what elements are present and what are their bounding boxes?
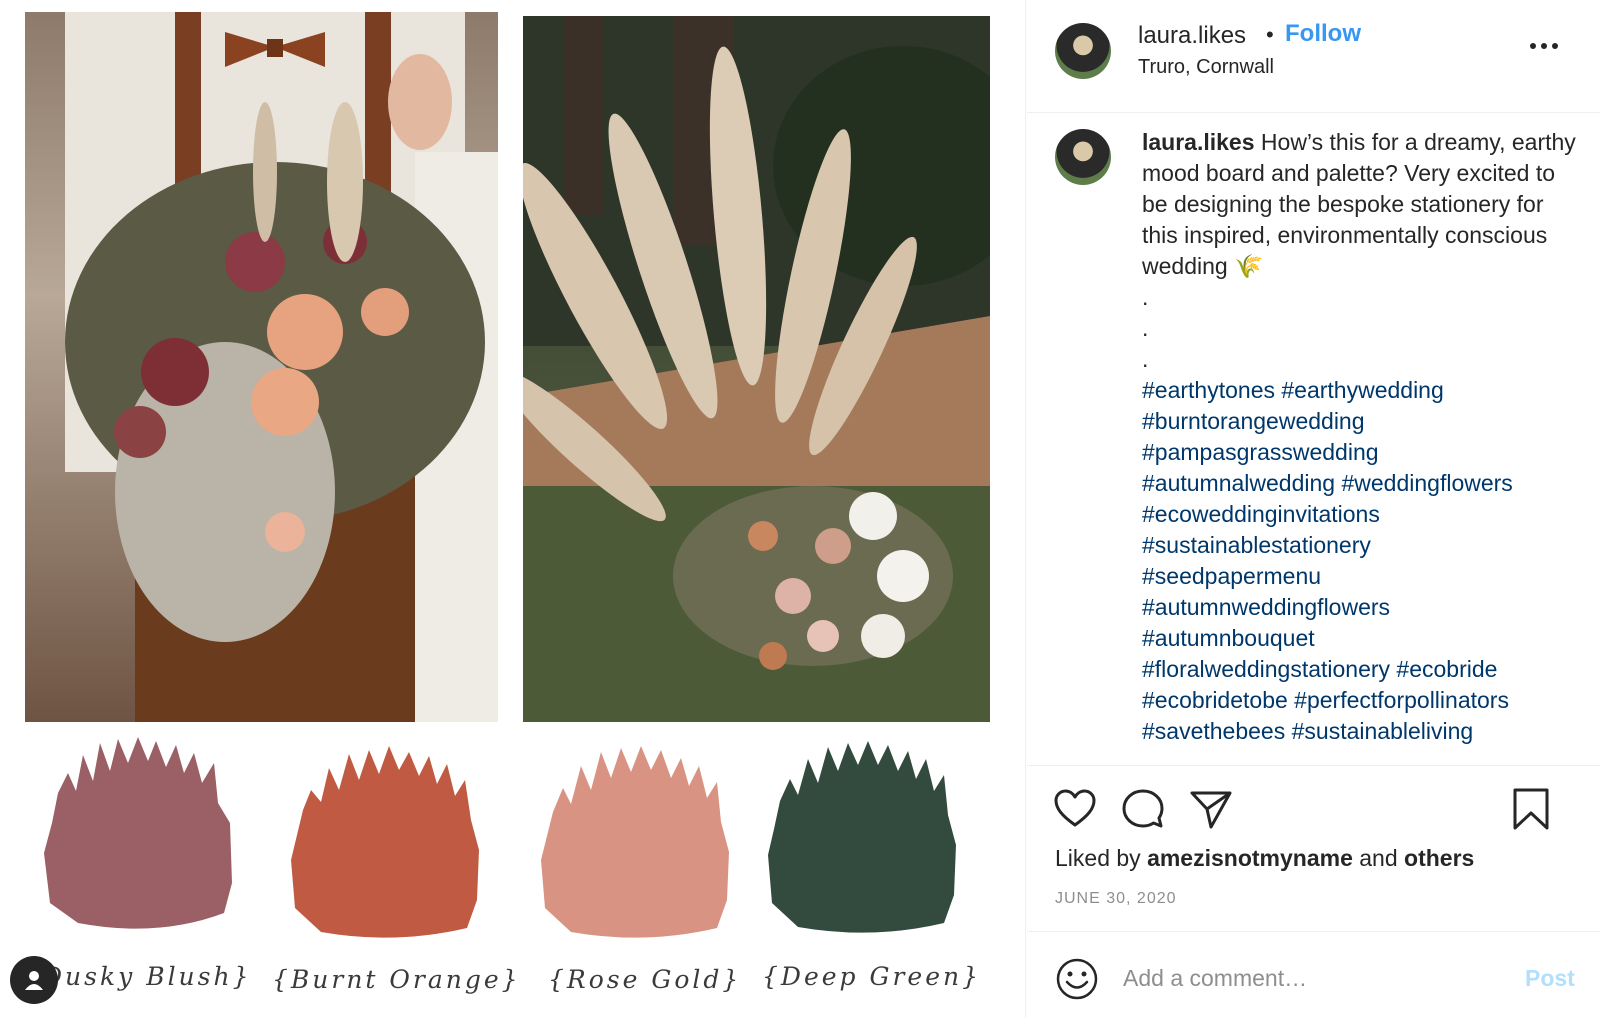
caption-area: laura.likes How’s this for a dreamy, ear… (1027, 113, 1600, 766)
comment-button[interactable] (1121, 787, 1165, 831)
hashtag-line[interactable]: #savethebees #sustainableliving (1142, 716, 1582, 747)
likes-summary: Liked by amezisnotmyname and others (1055, 845, 1474, 872)
save-button[interactable] (1509, 787, 1553, 831)
post-media[interactable]: Dusky Blush} {Burnt Orange} {Rose Gold} … (0, 0, 1026, 1018)
caption: laura.likes How’s this for a dreamy, ear… (1142, 127, 1582, 747)
share-icon (1190, 791, 1232, 829)
tagged-users-button[interactable] (10, 956, 58, 1004)
post-header: laura.likes • Follow Truro, Cornwall (1027, 0, 1600, 113)
emoji-icon (1056, 958, 1098, 1000)
post-date[interactable]: JUNE 30, 2020 (1055, 890, 1177, 908)
caption-dots: . . . (1142, 282, 1582, 375)
bookmark-icon (1513, 788, 1549, 830)
caption-avatar[interactable] (1055, 129, 1111, 185)
hashtag-list: #earthytones #earthywedding #burntorange… (1142, 375, 1582, 747)
swatch-label-burnt-orange: {Burnt Orange} (272, 965, 521, 994)
groom-bouquet-photo (25, 12, 498, 722)
caption-username[interactable]: laura.likes (1142, 129, 1255, 155)
action-bar (1027, 767, 1600, 830)
hashtag-line[interactable]: #floralweddingstationery #ecobride (1142, 654, 1582, 685)
location-link[interactable]: Truro, Cornwall (1138, 56, 1274, 79)
comment-input[interactable] (1123, 956, 1493, 1000)
hashtag-line[interactable]: #seedpapermenu (1142, 561, 1582, 592)
more-icon (1530, 43, 1558, 49)
hashtag-line[interactable]: #autumnweddingflowers (1142, 592, 1582, 623)
comment-icon (1122, 789, 1164, 828)
user-icon (25, 971, 43, 990)
caption-dot: . (1142, 284, 1149, 310)
post-details: laura.likes • Follow Truro, Cornwall lau… (1027, 0, 1600, 1018)
liked-by-user[interactable]: amezisnotmyname (1147, 845, 1353, 871)
caption-dot: . (1142, 346, 1149, 372)
hashtag-line[interactable]: #burntorangewedding (1142, 406, 1582, 437)
emoji-button[interactable] (1055, 957, 1099, 1001)
like-button[interactable] (1053, 787, 1097, 831)
swatch-label-rose-gold: {Rose Gold} (548, 965, 742, 994)
hashtag-line[interactable]: #ecobridetobe #perfectforpollinators (1142, 685, 1582, 716)
post-comment-button[interactable]: Post (1525, 965, 1575, 992)
separator-dot: • (1266, 22, 1274, 47)
hashtag-line[interactable]: #pampasgrasswedding (1142, 437, 1582, 468)
hashtag-line[interactable]: #earthytones #earthywedding (1142, 375, 1582, 406)
comment-bar: Post (1027, 931, 1600, 1018)
more-options-button[interactable] (1527, 36, 1561, 56)
liked-by-prefix: Liked by (1055, 845, 1141, 871)
heart-icon (1054, 789, 1096, 827)
swatch-dusky-blush (38, 733, 238, 933)
swatch-rose-gold (535, 740, 735, 940)
hashtag-line[interactable]: #autumnalwedding #weddingflowers (1142, 468, 1582, 499)
liked-by-others[interactable]: others (1404, 845, 1474, 871)
swatch-deep-green (760, 735, 960, 935)
swatch-label-deep-green: {Deep Green} (762, 962, 982, 991)
pampas-arrangement-photo (523, 16, 990, 722)
swatch-label-dusky-blush: Dusky Blush} (42, 962, 252, 991)
header-username[interactable]: laura.likes (1138, 22, 1246, 50)
caption-dot: . (1142, 315, 1149, 341)
liked-by-and: and (1359, 845, 1398, 871)
follow-button[interactable]: Follow (1285, 20, 1361, 48)
hashtag-line[interactable]: #ecoweddinginvitations (1142, 499, 1582, 530)
hashtag-line[interactable]: #autumnbouquet (1142, 623, 1582, 654)
swatch-burnt-orange (285, 740, 485, 940)
avatar[interactable] (1055, 23, 1111, 79)
hashtag-line[interactable]: #sustainablestationery (1142, 530, 1582, 561)
share-button[interactable] (1189, 787, 1233, 831)
